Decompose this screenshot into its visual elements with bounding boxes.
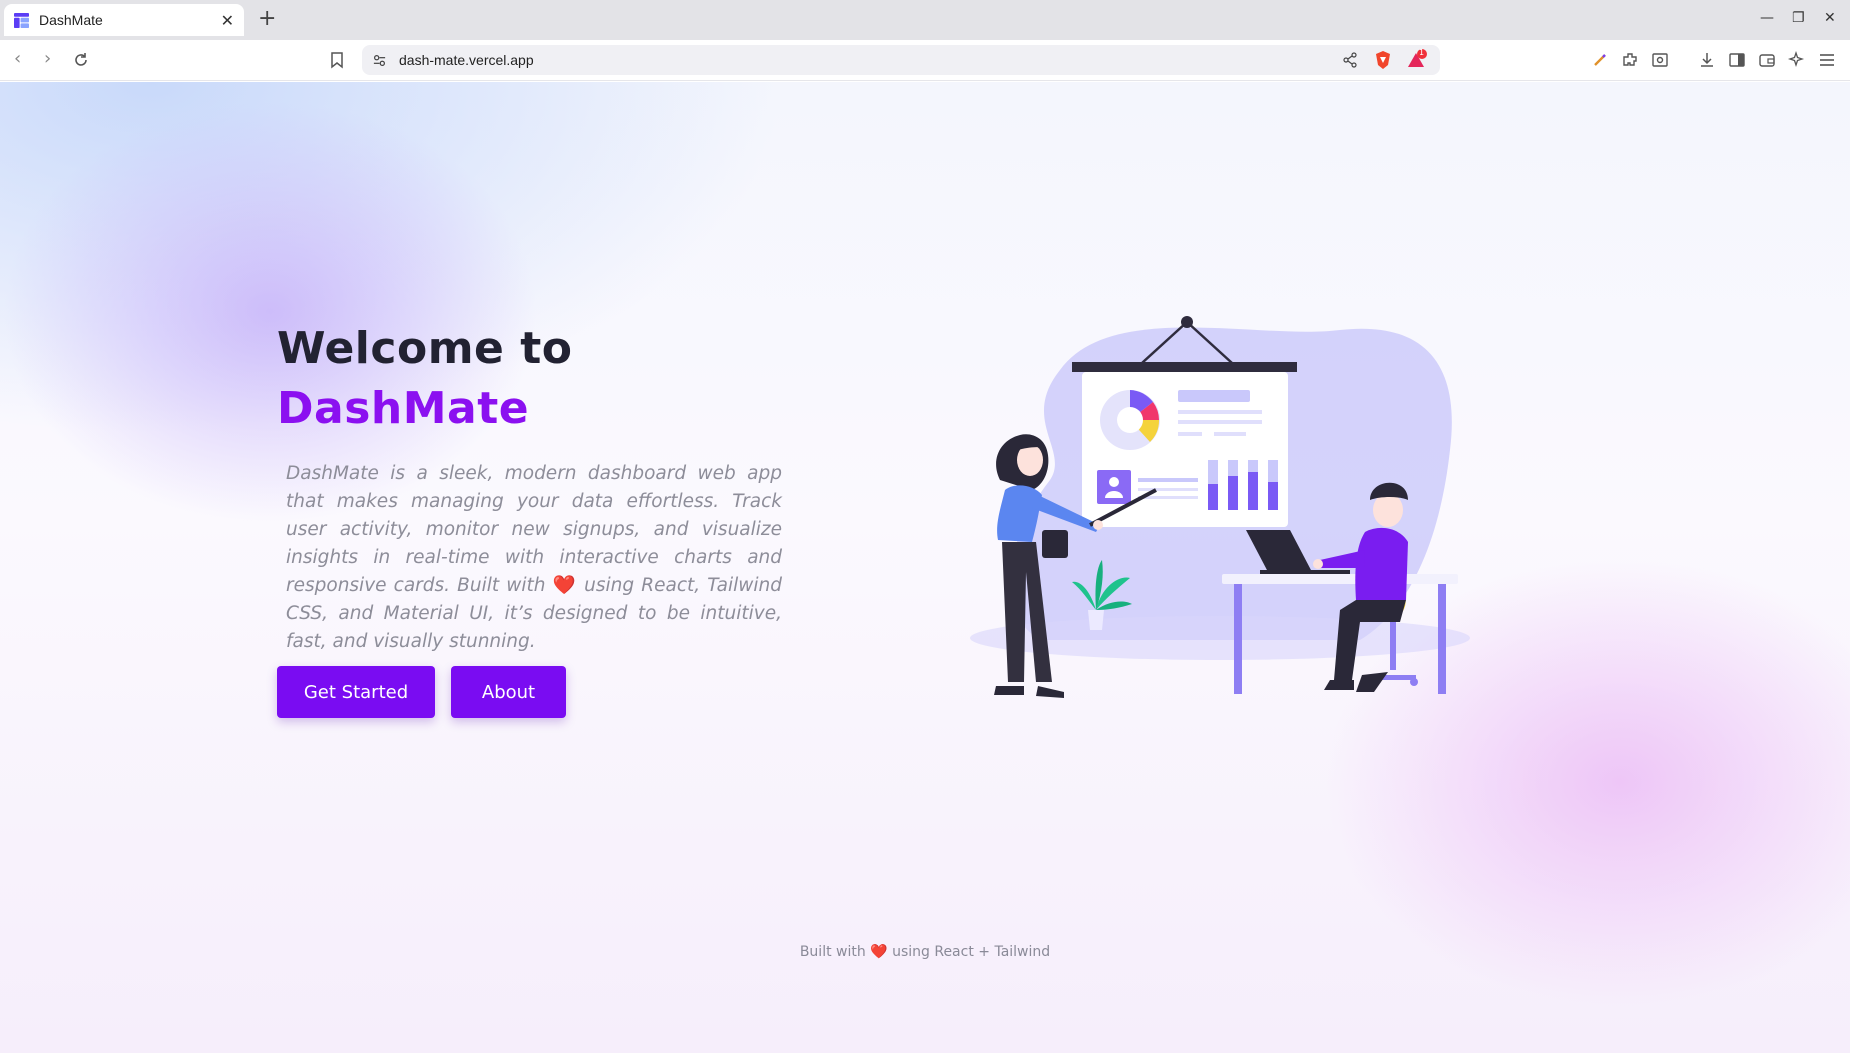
forward-icon[interactable]: › — [44, 48, 51, 69]
downloads-icon[interactable] — [1697, 50, 1717, 70]
site-settings-icon[interactable] — [372, 53, 387, 68]
hero-title-line1: Welcome to — [277, 323, 573, 374]
back-icon[interactable]: ‹ — [14, 48, 21, 69]
close-tab-icon[interactable]: ✕ — [221, 11, 234, 30]
browser-tab-strip: DashMate ✕ + — ❐ ✕ — [0, 0, 1850, 40]
heart-icon: ❤️ — [552, 575, 577, 596]
url-text: dash-mate.vercel.app — [399, 52, 534, 68]
dashmate-favicon-icon — [14, 12, 29, 28]
extensions-icon[interactable] — [1620, 50, 1640, 70]
close-window-icon[interactable]: ✕ — [1824, 10, 1836, 26]
bookmark-icon[interactable] — [327, 50, 347, 70]
page-footer: Built with ❤️ using React + Tailwind — [0, 944, 1850, 960]
rewards-badge: 1 — [1419, 48, 1425, 57]
pen-icon[interactable] — [1590, 50, 1610, 70]
hero-illustration — [970, 316, 1470, 698]
browser-tab[interactable]: DashMate ✕ — [4, 4, 244, 36]
about-button[interactable]: About — [451, 666, 566, 718]
address-bar[interactable]: dash-mate.vercel.app 1 — [362, 45, 1440, 75]
restore-icon[interactable]: ❐ — [1792, 10, 1805, 26]
footer-heart-icon: ❤️ — [870, 944, 888, 960]
footer-text-part2: using React + Tailwind — [892, 944, 1051, 960]
landing-page: Welcome to DashMate DashMate is a sleek,… — [0, 82, 1850, 1053]
brave-shields-icon[interactable] — [1374, 50, 1392, 70]
screenshot-icon[interactable] — [1650, 50, 1670, 70]
sidebar-icon[interactable] — [1727, 50, 1747, 70]
share-icon[interactable] — [1342, 52, 1358, 68]
footer-text-part1: Built with — [799, 944, 866, 960]
brave-rewards-icon[interactable] — [1406, 49, 1428, 71]
get-started-button[interactable]: Get Started — [277, 666, 435, 718]
wallet-icon[interactable] — [1757, 50, 1777, 70]
browser-toolbar: ‹ › dash-mate.vercel.app 1 — [0, 40, 1850, 81]
leo-ai-icon[interactable] — [1787, 50, 1807, 70]
new-tab-icon[interactable]: + — [258, 6, 276, 31]
reload-icon[interactable] — [71, 50, 91, 70]
hero-title: Welcome to DashMate — [277, 319, 572, 439]
tab-title: DashMate — [39, 12, 103, 28]
minimize-icon[interactable]: — — [1760, 10, 1774, 26]
hero-title-brand: DashMate — [277, 383, 530, 434]
hero-description: DashMate is a sleek, modern dashboard we… — [286, 460, 782, 656]
menu-icon[interactable] — [1817, 50, 1837, 70]
